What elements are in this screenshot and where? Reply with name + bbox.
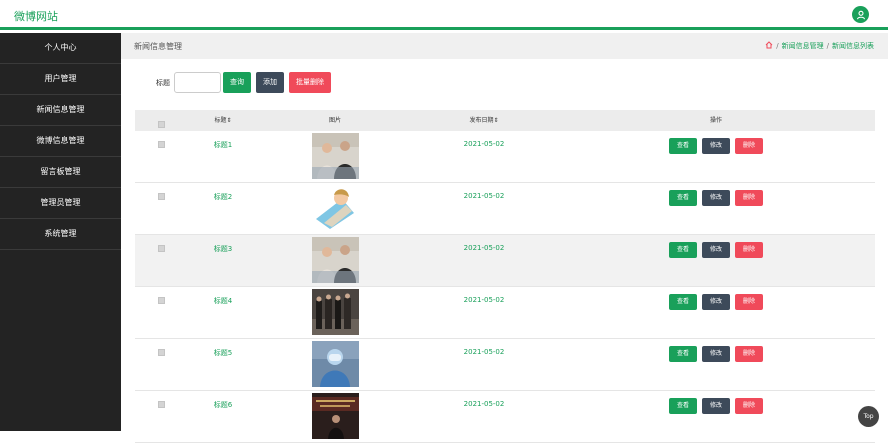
table-header: 标题⇕ 图片 发布日期⇕ 操作 (135, 110, 875, 131)
news-thumbnail[interactable] (311, 133, 359, 179)
sidebar-item-users[interactable]: 用户管理 (0, 64, 121, 95)
table-row: 标题1 2021-05-02 查看 修改 删除 (135, 131, 875, 183)
row-checkbox[interactable] (157, 297, 165, 304)
back-to-top-button[interactable]: Top (858, 406, 879, 427)
title-bar: 新闻信息管理 / 新闻信息管理 / 新闻信息列表 (121, 33, 888, 59)
sidebar-item-personal-center[interactable]: 个人中心 (0, 33, 121, 64)
header-checkbox-cell (135, 114, 187, 128)
delete-button[interactable]: 删除 (735, 398, 763, 414)
sidebar-item-weibo[interactable]: 微博信息管理 (0, 126, 121, 157)
row-title: 标题5 (213, 349, 233, 357)
table-row: 标题4 2021-05-02 查看 修改 删除 (135, 287, 875, 339)
row-title: 标题6 (213, 401, 233, 409)
row-checkbox[interactable] (157, 193, 165, 200)
news-thumbnail[interactable] (311, 185, 359, 231)
add-button[interactable]: 添加 (256, 72, 284, 93)
news-thumbnail[interactable] (311, 393, 359, 439)
search-label: 标题 (156, 78, 170, 87)
edit-button[interactable]: 修改 (702, 242, 730, 258)
sidebar-item-messages[interactable]: 留言板管理 (0, 157, 121, 188)
news-thumbnail[interactable] (311, 289, 359, 335)
delete-button[interactable]: 删除 (735, 242, 763, 258)
header-title[interactable]: 标题⇕ (187, 110, 259, 131)
header-date[interactable]: 发布日期⇕ (411, 110, 557, 131)
user-icon[interactable] (852, 6, 869, 23)
page-title: 新闻信息管理 (134, 42, 182, 51)
view-button[interactable]: 查看 (669, 346, 697, 362)
view-button[interactable]: 查看 (669, 242, 697, 258)
row-title: 标题3 (213, 245, 233, 253)
row-checkbox[interactable] (157, 141, 165, 148)
row-checkbox[interactable] (157, 349, 165, 356)
home-icon[interactable] (765, 41, 773, 51)
view-button[interactable]: 查看 (669, 138, 697, 154)
row-date: 2021-05-02 (463, 140, 505, 148)
breadcrumb-separator: / (776, 42, 779, 50)
search-bar: 标题 查询 添加 批量删除 (156, 72, 331, 93)
breadcrumb-separator: / (826, 42, 829, 50)
row-title: 标题2 (213, 193, 233, 201)
top-bar: 微博网站 (0, 0, 888, 30)
table-row: 标题6 2021-05-02 查看 修改 删除 (135, 391, 875, 443)
table-row: 标题5 2021-05-02 查看 修改 删除 (135, 339, 875, 391)
edit-button[interactable]: 修改 (702, 190, 730, 206)
header-image: 图片 (328, 117, 341, 124)
row-date: 2021-05-02 (463, 192, 505, 200)
breadcrumb-item-news-management[interactable]: 新闻信息管理 (782, 41, 824, 51)
header-actions: 操作 (709, 117, 722, 124)
delete-button[interactable]: 删除 (735, 346, 763, 362)
news-thumbnail[interactable] (311, 341, 359, 387)
sidebar-item-system[interactable]: 系统管理 (0, 219, 121, 250)
brand-title[interactable]: 微博网站 (14, 8, 58, 24)
batch-delete-button[interactable]: 批量删除 (289, 72, 331, 93)
delete-button[interactable]: 删除 (735, 138, 763, 154)
breadcrumb: / 新闻信息管理 / 新闻信息列表 (765, 41, 874, 51)
row-checkbox[interactable] (157, 401, 165, 408)
row-title: 标题1 (213, 141, 233, 149)
breadcrumb-item-news-list: 新闻信息列表 (832, 42, 874, 50)
title-search-input[interactable] (174, 72, 221, 93)
delete-button[interactable]: 删除 (735, 190, 763, 206)
news-thumbnail[interactable] (311, 237, 359, 283)
row-date: 2021-05-02 (463, 400, 505, 408)
row-date: 2021-05-02 (463, 244, 505, 252)
news-table: 标题⇕ 图片 发布日期⇕ 操作 标题1 2021-05-02 查看 修改 删除 … (135, 110, 875, 443)
view-button[interactable]: 查看 (669, 294, 697, 310)
row-title: 标题4 (213, 297, 233, 305)
sidebar-item-admins[interactable]: 管理员管理 (0, 188, 121, 219)
delete-button[interactable]: 删除 (735, 294, 763, 310)
row-date: 2021-05-02 (463, 348, 505, 356)
sidebar: 个人中心 用户管理 新闻信息管理 微博信息管理 留言板管理 管理员管理 系统管理 (0, 33, 121, 431)
edit-button[interactable]: 修改 (702, 294, 730, 310)
row-checkbox[interactable] (157, 245, 165, 252)
sidebar-item-news[interactable]: 新闻信息管理 (0, 95, 121, 126)
query-button[interactable]: 查询 (223, 72, 251, 93)
select-all-checkbox[interactable] (157, 120, 165, 128)
edit-button[interactable]: 修改 (702, 398, 730, 414)
view-button[interactable]: 查看 (669, 190, 697, 206)
edit-button[interactable]: 修改 (702, 138, 730, 154)
view-button[interactable]: 查看 (669, 398, 697, 414)
edit-button[interactable]: 修改 (702, 346, 730, 362)
main-content: 新闻信息管理 / 新闻信息管理 / 新闻信息列表 标题 查询 添加 批量删除 标… (121, 33, 888, 443)
table-row: 标题2 2021-05-02 查看 修改 删除 (135, 183, 875, 235)
table-row: 标题3 2021-05-02 查看 修改 删除 (135, 235, 875, 287)
row-date: 2021-05-02 (463, 296, 505, 304)
